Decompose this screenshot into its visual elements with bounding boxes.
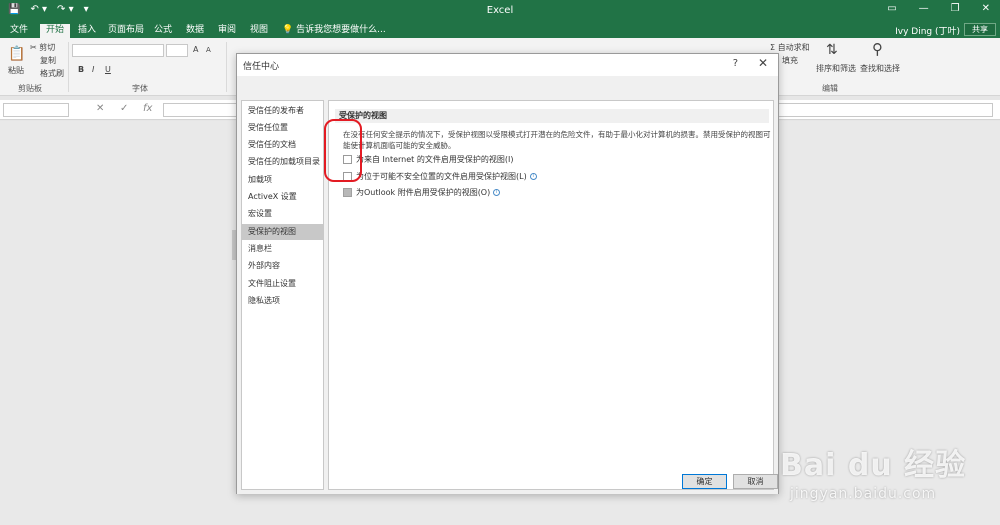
shrink-font-icon[interactable]: A [206, 46, 211, 54]
edit-group-label: 编辑 [822, 84, 838, 93]
enter-formula-icon[interactable]: ✓ [120, 103, 128, 114]
sort-filter-button[interactable]: 排序和筛选 [816, 63, 856, 74]
font-size-box[interactable] [166, 44, 188, 57]
cut-button[interactable]: ✂ 剪切 [30, 42, 55, 53]
option-label: 为来自 Internet 的文件启用受保护的视图(I) [356, 154, 514, 164]
tell-me-text: 告诉我您想要做什么... [296, 25, 386, 35]
highlight-annotation [324, 119, 362, 182]
copy-button[interactable]: 复制 [40, 55, 56, 66]
nav-item-activex-settings[interactable]: ActiveX 设置 [242, 189, 323, 205]
nav-item-trusted-addin-catalogs[interactable]: 受信任的加载项目录 [242, 154, 323, 170]
cancel-formula-icon[interactable]: ✕ [96, 103, 104, 114]
tab-home[interactable]: 开始 [40, 24, 71, 38]
section-title: 受保护的视图 [335, 109, 769, 123]
bold-button[interactable]: B [78, 65, 84, 74]
insert-function-icon[interactable]: fx [143, 103, 152, 114]
window-controls: ▭ — ❐ ✕ [887, 3, 990, 14]
user-name[interactable]: Ivy Ding (丁叶) [895, 24, 960, 37]
watermark-url: jingyan.baidu.com [790, 486, 937, 502]
help-button[interactable]: ? [733, 58, 738, 69]
tab-page-layout[interactable]: 页面布局 [102, 24, 150, 38]
ribbon-display-icon[interactable]: ▭ [887, 3, 896, 14]
group-separator [68, 42, 69, 92]
underline-button[interactable]: U [105, 65, 111, 74]
share-button[interactable]: 共享 [964, 23, 996, 36]
fill-button[interactable]: 填充 [782, 55, 798, 66]
tab-view[interactable]: 视图 [244, 24, 274, 38]
find-select-button[interactable]: 查找和选择 [860, 63, 900, 74]
nav-item-trusted-publishers[interactable]: 受信任的发布者 [242, 103, 323, 119]
font-group-label: 字体 [132, 84, 148, 93]
nav-item-privacy-options[interactable]: 隐私选项 [242, 293, 323, 309]
protected-view-panel: 受保护的视图 在没有任何安全提示的情况下，受保护视图以受限模式打开潜在的危险文件… [328, 100, 774, 490]
section-description: 在没有任何安全提示的情况下，受保护视图以受限模式打开潜在的危险文件，有助于最小化… [343, 130, 771, 150]
nav-item-addins[interactable]: 加载项 [242, 172, 323, 188]
ok-button[interactable]: 确定 [682, 474, 727, 489]
nav-item-file-block-settings[interactable]: 文件阻止设置 [242, 276, 323, 292]
lightbulb-icon: 💡 [282, 25, 294, 35]
baidu-watermark: Bai du 经验 jingyan.baidu.com [770, 420, 990, 520]
font-name-box[interactable] [72, 44, 164, 57]
minimize-icon[interactable]: — [919, 3, 929, 14]
close-window-icon[interactable]: ✕ [982, 3, 990, 14]
tab-file[interactable]: 文件 [4, 24, 34, 38]
nav-item-trusted-documents[interactable]: 受信任的文档 [242, 137, 323, 153]
nav-item-trusted-locations[interactable]: 受信任位置 [242, 120, 323, 136]
dialog-body: 受信任的发布者 受信任位置 受信任的文档 受信任的加载项目录 加载项 Activ… [237, 76, 778, 494]
format-painter-button[interactable]: 格式刷 [40, 68, 64, 79]
nav-item-external-content[interactable]: 外部内容 [242, 258, 323, 274]
paste-button[interactable]: 粘贴 [8, 65, 24, 76]
autosum-button[interactable]: Σ 自动求和 [770, 42, 810, 53]
search-icon[interactable]: ⚲ [872, 40, 883, 58]
group-separator [226, 42, 227, 92]
paste-icon[interactable]: 📋 [8, 46, 25, 62]
info-icon[interactable]: i [493, 188, 501, 196]
ribbon-tabs: 文件 开始 插入 页面布局 公式 数据 审阅 视图 💡 告诉我您想要做什么...… [0, 22, 1000, 38]
name-box[interactable] [3, 103, 69, 117]
option-label: 为Outlook 附件启用受保护的视图(O) [356, 187, 491, 197]
nav-item-macro-settings[interactable]: 宏设置 [242, 206, 323, 222]
app-title: Excel [486, 5, 514, 16]
grow-font-icon[interactable]: A [193, 45, 198, 54]
tab-insert[interactable]: 插入 [72, 24, 102, 38]
clipboard-group-label: 剪贴板 [18, 84, 42, 93]
close-dialog-button[interactable]: ✕ [758, 56, 768, 70]
dialog-title: 信任中心 [243, 62, 280, 72]
sort-filter-icon[interactable]: ⇅ [826, 42, 838, 58]
restore-icon[interactable]: ❐ [951, 3, 960, 14]
tab-formulas[interactable]: 公式 [148, 24, 178, 38]
option-unsafe-locations[interactable]: 为位于可能不安全位置的文件启用受保护视图(L) i [343, 170, 537, 182]
tell-me-box[interactable]: 💡 告诉我您想要做什么... [276, 24, 392, 38]
nav-item-protected-view[interactable]: 受保护的视图 [242, 224, 323, 240]
info-icon[interactable]: i [529, 172, 537, 180]
outlook-attachments-checkbox[interactable] [343, 187, 352, 197]
nav-item-message-bar[interactable]: 消息栏 [242, 241, 323, 257]
tab-review[interactable]: 审阅 [212, 24, 242, 38]
trust-center-nav: 受信任的发布者 受信任位置 受信任的文档 受信任的加载项目录 加载项 Activ… [241, 100, 324, 490]
watermark-logo: Bai du 经验 [780, 448, 967, 483]
title-bar: 💾 ↶ ▾ ↷ ▾ ▾ Excel ▭ — ❐ ✕ [0, 0, 1000, 22]
option-internet-files[interactable]: 为来自 Internet 的文件启用受保护的视图(I) [343, 153, 513, 165]
tab-data[interactable]: 数据 [180, 24, 210, 38]
option-outlook-attachments[interactable]: 为Outlook 附件启用受保护的视图(O) i [343, 186, 501, 198]
trust-center-dialog: 信任中心 ? ✕ 受信任的发布者 受信任位置 受信任的文档 受信任的加载项目录 … [236, 53, 779, 494]
option-label: 为位于可能不安全位置的文件启用受保护视图(L) [356, 171, 527, 181]
italic-button[interactable]: I [92, 65, 94, 74]
